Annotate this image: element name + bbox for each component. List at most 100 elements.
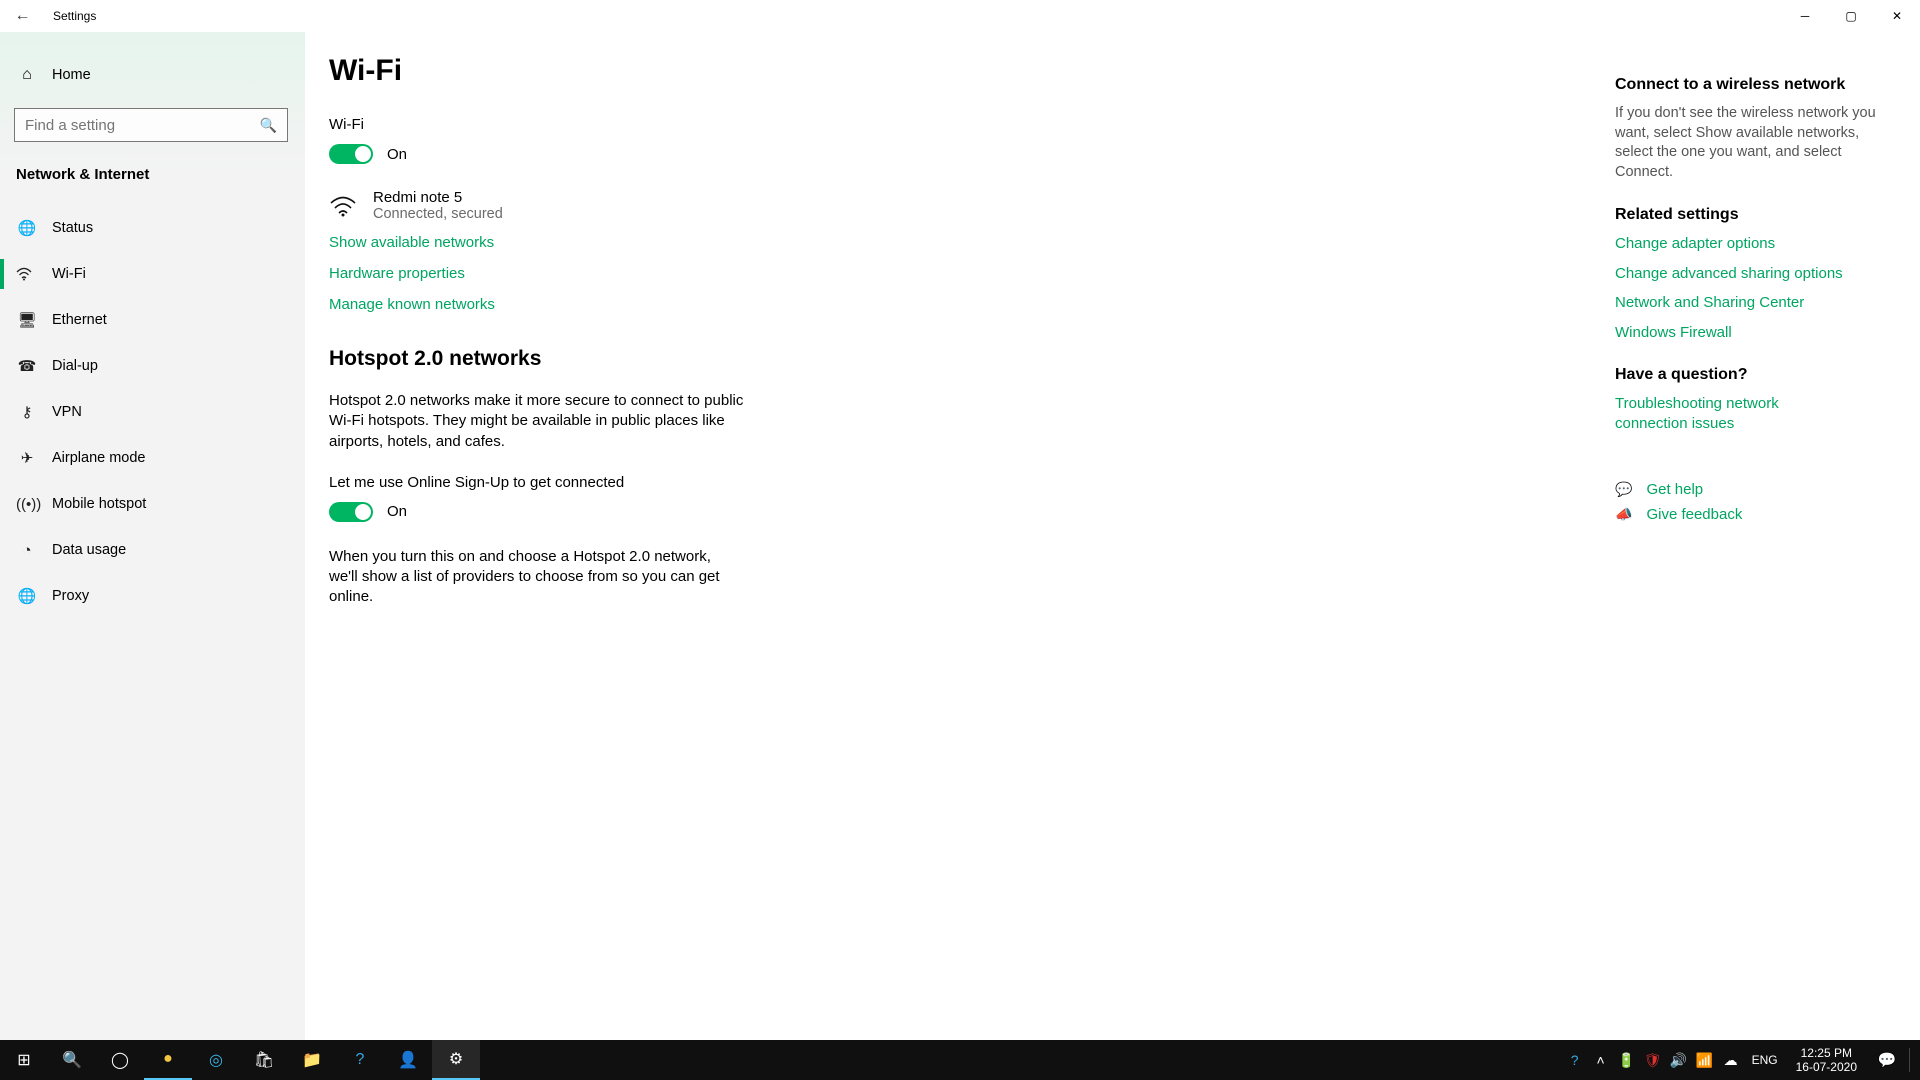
proxy-icon: 🌐 xyxy=(16,587,38,605)
taskbar-app-help[interactable]: ? xyxy=(336,1040,384,1080)
tray-chevron-up-icon[interactable]: ˄ xyxy=(1588,1052,1614,1068)
taskbar-app-store[interactable]: 🛍 xyxy=(240,1040,288,1080)
current-network[interactable]: Redmi note 5 Connected, secured xyxy=(329,189,1089,222)
page-title: Wi-Fi xyxy=(329,54,1089,88)
link-change-adapter-options[interactable]: Change adapter options xyxy=(1615,234,1880,254)
wifi-toggle[interactable] xyxy=(329,144,373,164)
ethernet-icon: 🖥 xyxy=(16,311,38,329)
feedback-icon: 📣 xyxy=(1615,506,1632,523)
home-icon: ⌂ xyxy=(16,66,38,84)
back-arrow-icon: ← xyxy=(15,7,31,24)
cortana-icon: ◯ xyxy=(111,1050,129,1070)
category-header: Network & Internet xyxy=(0,152,305,193)
gear-icon: ⚙ xyxy=(449,1049,463,1069)
sidebar-item-hotspot[interactable]: ((•)) Mobile hotspot xyxy=(0,481,305,527)
get-help-label: Get help xyxy=(1646,481,1703,498)
hotspot-section-title: Hotspot 2.0 networks xyxy=(329,347,1089,371)
tray-volume-icon[interactable]: 🔊 xyxy=(1666,1052,1692,1069)
maximize-button[interactable]: ▢ xyxy=(1828,0,1874,32)
store-icon: 🛍 xyxy=(254,1050,274,1070)
link-manage-known-networks[interactable]: Manage known networks xyxy=(329,296,1089,313)
taskbar-app-people[interactable]: 👤 xyxy=(384,1040,432,1080)
back-button[interactable]: ← xyxy=(0,7,45,25)
wifi-icon xyxy=(16,267,38,281)
right-pane: Connect to a wireless network If you don… xyxy=(1615,54,1880,1040)
related-settings-heading: Related settings xyxy=(1615,206,1880,224)
datausage-icon: ◔ xyxy=(16,542,38,559)
sidebar-item-label: Status xyxy=(52,220,93,236)
sidebar-item-status[interactable]: 🌐 Status xyxy=(0,205,305,251)
tray-mcafee-icon[interactable]: 🛡 xyxy=(1640,1052,1666,1069)
airplane-icon: ✈ xyxy=(16,449,38,467)
online-signup-description: When you turn this on and choose a Hotsp… xyxy=(329,547,729,608)
link-show-available-networks[interactable]: Show available networks xyxy=(329,234,1089,251)
network-status: Connected, secured xyxy=(373,206,503,222)
tray-onedrive-icon[interactable]: ☁ xyxy=(1718,1052,1744,1069)
tray-help-icon[interactable]: ? xyxy=(1562,1052,1588,1068)
sidebar-item-proxy[interactable]: 🌐 Proxy xyxy=(0,573,305,619)
wifi-signal-icon xyxy=(329,195,359,217)
tray-language[interactable]: ENG xyxy=(1744,1053,1786,1067)
notification-icon: 💬 xyxy=(1878,1052,1897,1069)
link-network-sharing-center[interactable]: Network and Sharing Center xyxy=(1615,293,1880,313)
search-input[interactable]: 🔍 xyxy=(14,108,288,142)
give-feedback-link[interactable]: 📣 Give feedback xyxy=(1615,506,1880,523)
tray-date: 16-07-2020 xyxy=(1796,1060,1857,1074)
cortana-button[interactable]: ◯ xyxy=(96,1040,144,1080)
taskbar-app-settings[interactable]: ⚙ xyxy=(432,1040,480,1080)
link-troubleshooting[interactable]: Troubleshooting network connection issue… xyxy=(1615,394,1795,433)
link-windows-firewall[interactable]: Windows Firewall xyxy=(1615,323,1880,343)
show-desktop-button[interactable] xyxy=(1909,1048,1910,1072)
home-button[interactable]: ⌂ Home xyxy=(0,52,305,98)
sidebar-item-vpn[interactable]: ⚷ VPN xyxy=(0,389,305,435)
start-button[interactable]: ⊞ xyxy=(0,1040,48,1080)
taskbar-search-button[interactable]: 🔍 xyxy=(48,1040,96,1080)
sidebar-item-wifi[interactable]: Wi-Fi xyxy=(0,251,305,297)
sidebar-item-ethernet[interactable]: 🖥 Ethernet xyxy=(0,297,305,343)
tray-battery-icon[interactable]: 🔋 xyxy=(1614,1052,1640,1069)
tray-clock[interactable]: 12:25 PM 16-07-2020 xyxy=(1786,1046,1867,1075)
link-hardware-properties[interactable]: Hardware properties xyxy=(329,265,1089,282)
sidebar-item-label: Mobile hotspot xyxy=(52,496,146,512)
status-icon: 🌐 xyxy=(16,219,38,237)
close-icon: ✕ xyxy=(1892,9,1902,23)
search-field[interactable] xyxy=(25,117,260,134)
content-pane: Wi-Fi Wi-Fi On Redmi note 5 Connected, s… xyxy=(329,54,1089,1040)
wifi-toggle-state: On xyxy=(387,146,407,163)
sidebar-item-label: VPN xyxy=(52,404,82,420)
sidebar-item-datausage[interactable]: ◔ Data usage xyxy=(0,527,305,573)
edge-icon: ◎ xyxy=(209,1050,223,1070)
window-title: Settings xyxy=(53,9,96,23)
minimize-button[interactable]: ─ xyxy=(1782,0,1828,32)
taskbar: ⊞ 🔍 ◯ ● ◎ 🛍 📁 ? 👤 ⚙ ? ˄ 🔋 🛡 🔊 📶 ☁ ENG 12… xyxy=(0,1040,1920,1080)
sidebar-item-label: Data usage xyxy=(52,542,126,558)
online-signup-toggle[interactable] xyxy=(329,502,373,522)
sidebar-item-label: Ethernet xyxy=(52,312,107,328)
taskbar-app-explorer[interactable]: 📁 xyxy=(288,1040,336,1080)
minimize-icon: ─ xyxy=(1801,9,1810,23)
vpn-icon: ⚷ xyxy=(16,403,38,421)
toggle-knob xyxy=(355,146,371,162)
close-button[interactable]: ✕ xyxy=(1874,0,1920,32)
sidebar-item-label: Wi-Fi xyxy=(52,266,86,282)
windows-icon: ⊞ xyxy=(17,1050,30,1070)
question-heading: Have a question? xyxy=(1615,366,1880,384)
sidebar-item-label: Proxy xyxy=(52,588,89,604)
taskbar-app-chrome[interactable]: ● xyxy=(144,1040,192,1080)
tray-time: 12:25 PM xyxy=(1796,1046,1857,1060)
toggle-knob xyxy=(355,504,371,520)
nav-list: 🌐 Status Wi-Fi 🖥 Ethernet ☎ Dial-up xyxy=(0,205,305,619)
sidebar-item-airplane[interactable]: ✈ Airplane mode xyxy=(0,435,305,481)
search-icon: 🔍 xyxy=(62,1050,82,1070)
taskbar-app-edge[interactable]: ◎ xyxy=(192,1040,240,1080)
link-change-advanced-sharing[interactable]: Change advanced sharing options xyxy=(1615,264,1880,284)
network-name: Redmi note 5 xyxy=(373,189,503,206)
tray-wifi-icon[interactable]: 📶 xyxy=(1692,1052,1718,1069)
action-center-button[interactable]: 💬 xyxy=(1867,1051,1907,1069)
sidebar-item-dialup[interactable]: ☎ Dial-up xyxy=(0,343,305,389)
sidebar-item-label: Dial-up xyxy=(52,358,98,374)
get-help-link[interactable]: 💬 Get help xyxy=(1615,481,1880,498)
sidebar: ⌂ Home 🔍 Network & Internet 🌐 Status xyxy=(0,32,305,1040)
search-icon: 🔍 xyxy=(260,117,277,134)
people-icon: 👤 xyxy=(398,1050,418,1070)
